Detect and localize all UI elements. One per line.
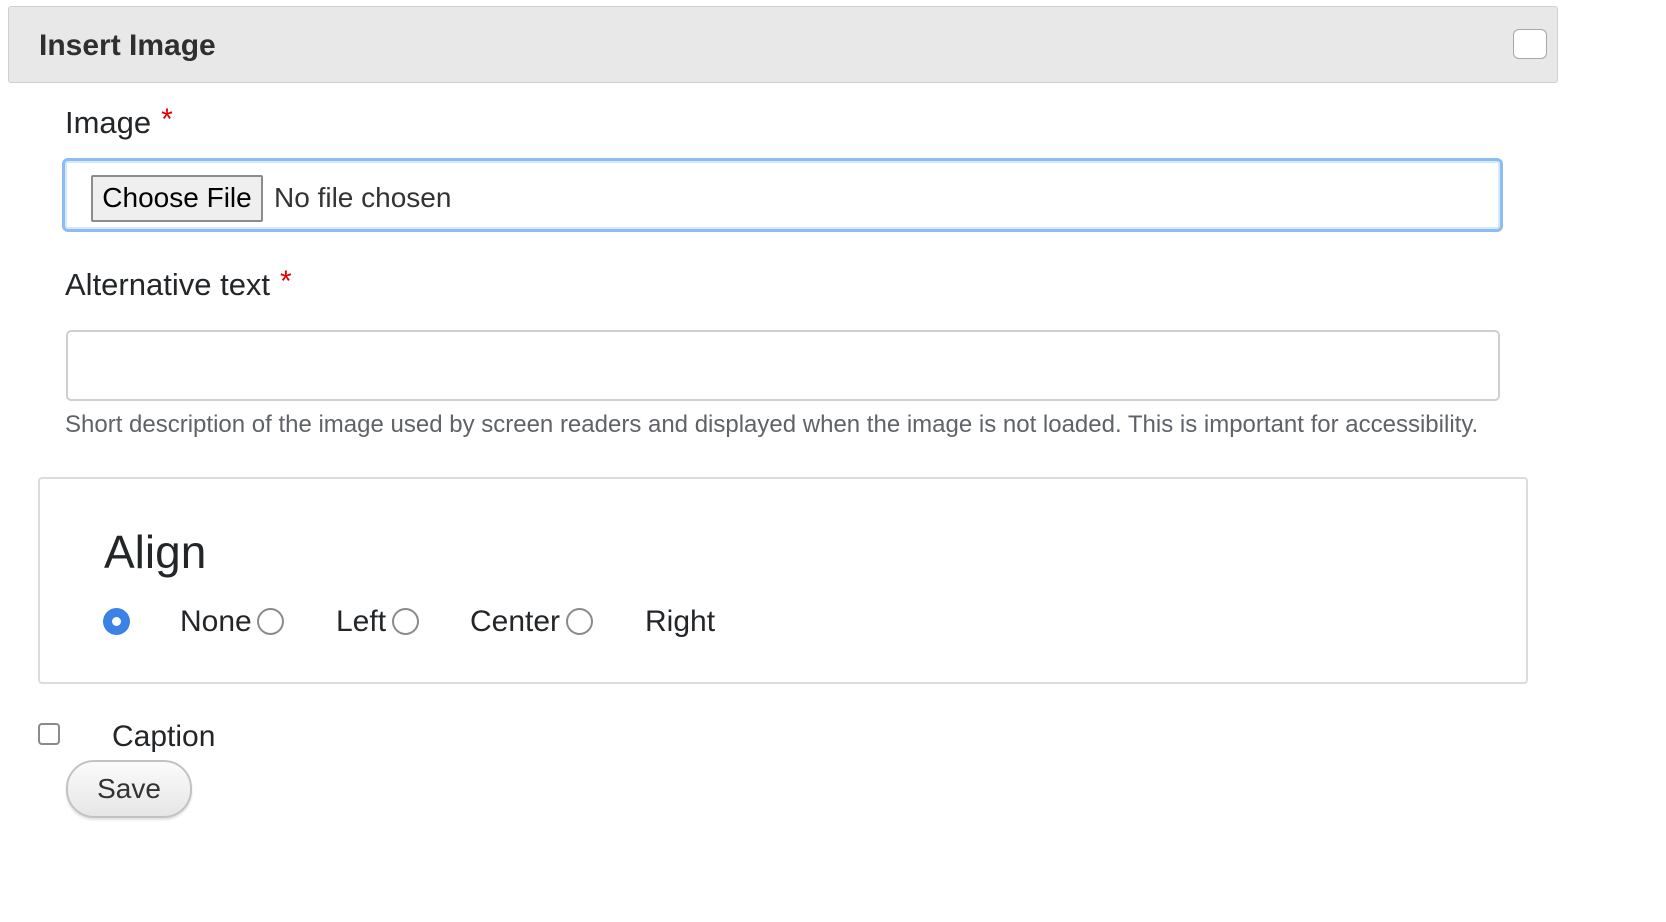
alt-text-input[interactable]: [66, 330, 1500, 401]
save-button[interactable]: Save: [66, 760, 192, 818]
align-center-label[interactable]: Center: [470, 605, 560, 639]
align-right-label[interactable]: Right: [645, 605, 715, 639]
choose-file-button[interactable]: Choose File: [91, 175, 263, 222]
align-center-radio[interactable]: [392, 608, 419, 635]
caption-checkbox[interactable]: [38, 723, 60, 745]
align-left-radio[interactable]: [257, 608, 284, 635]
alt-text-help: Short description of the image used by s…: [65, 411, 1479, 438]
align-fieldset: Align: [38, 477, 1528, 684]
image-required-marker: *: [161, 103, 173, 136]
image-file-input[interactable]: Choose File No file chosen: [62, 158, 1503, 232]
dialog-close-button[interactable]: [1513, 29, 1547, 59]
align-none-label[interactable]: None: [180, 605, 252, 639]
dialog-title: Insert Image: [39, 29, 216, 62]
align-left-label[interactable]: Left: [336, 605, 386, 639]
align-right-radio[interactable]: [566, 608, 593, 635]
align-none-radio[interactable]: [103, 608, 130, 635]
alt-text-field-label: Alternative text *: [65, 265, 292, 303]
dialog-header: Insert Image: [8, 6, 1558, 83]
caption-label[interactable]: Caption: [112, 720, 215, 754]
align-legend: Align: [104, 526, 207, 578]
file-status-text: No file chosen: [274, 182, 452, 213]
image-field-label: Image *: [65, 103, 173, 141]
alt-text-required-marker: *: [280, 265, 292, 298]
image-label-text: Image: [65, 105, 152, 140]
alt-text-label-text: Alternative text: [65, 267, 271, 302]
